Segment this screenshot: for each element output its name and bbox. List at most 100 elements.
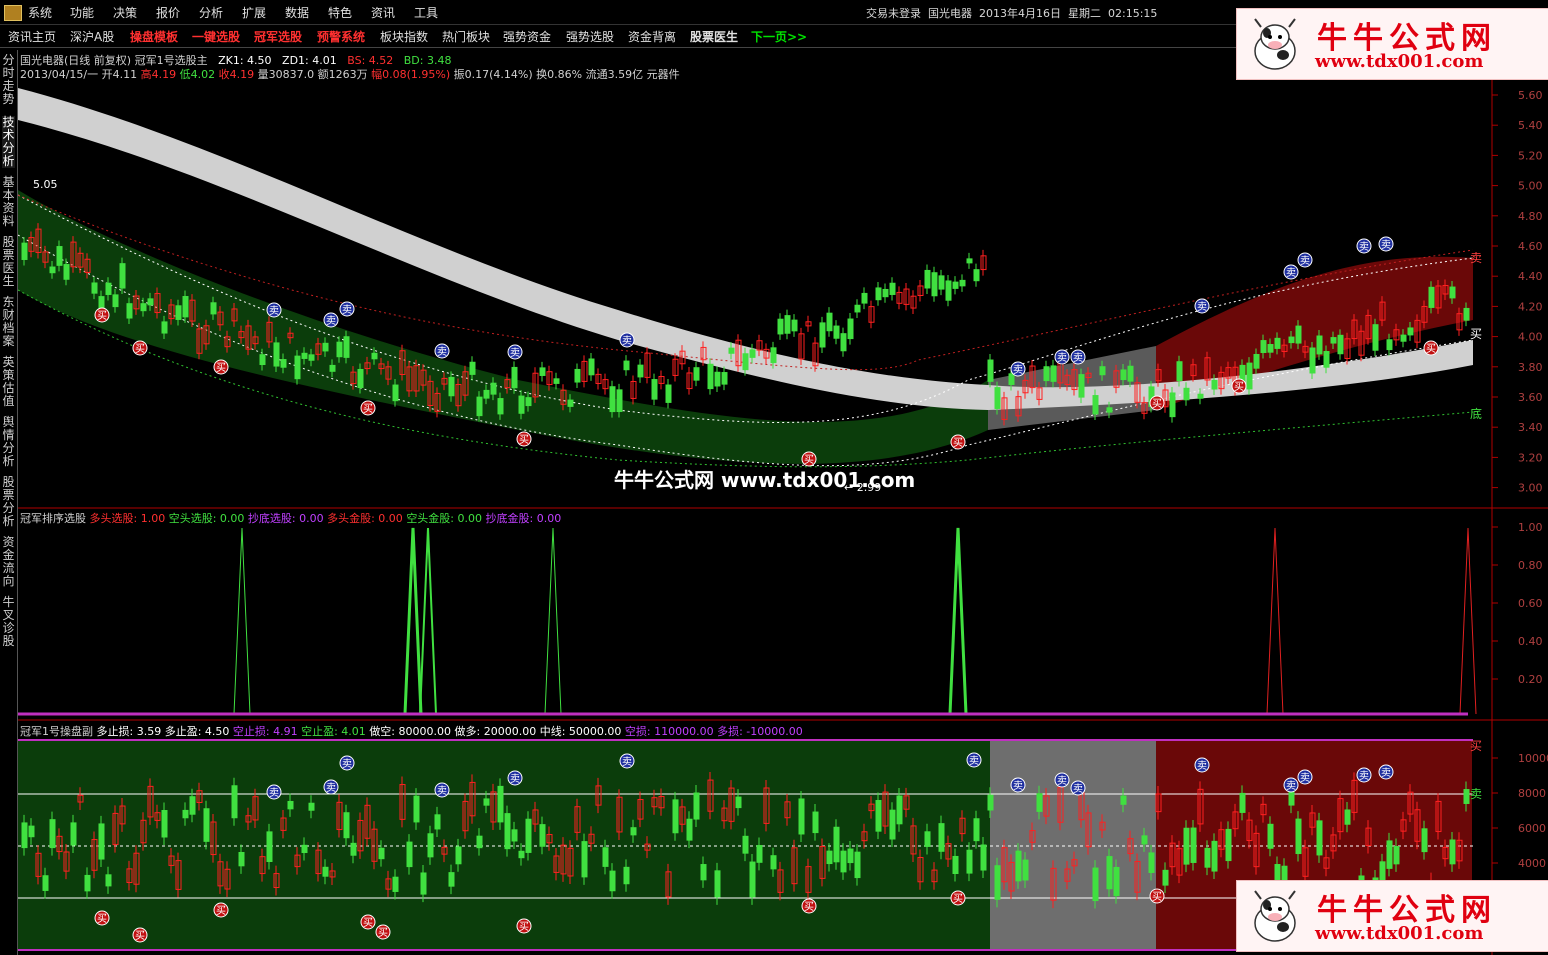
signal-label: 卖 — [437, 346, 447, 358]
candle-body — [539, 367, 546, 376]
side-tabs: 分时走势 技术分析 基本资料 股票医生 东财档案 英策估值 舆情分析 股票分析 … — [0, 50, 18, 955]
tab-one-click-pick[interactable]: 一键选股 — [192, 28, 240, 45]
menu-feature[interactable]: 特色 — [328, 4, 352, 21]
sub-item-long-stop: 多止损: 3.59 — [96, 725, 162, 738]
next-page-button[interactable]: 下一页>> — [751, 28, 807, 45]
tab-hot-sectors[interactable]: 热门板块 — [442, 28, 490, 45]
sub-candle-body — [1190, 827, 1197, 863]
tab-strong-funds[interactable]: 强势资金 — [503, 28, 551, 45]
sub-candle-body — [322, 866, 329, 877]
menu-data[interactable]: 数据 — [285, 4, 309, 21]
candle-body — [945, 280, 952, 301]
sidetab-diagnosis[interactable]: 牛叉诊股 — [2, 596, 15, 648]
signal-label: 卖 — [1359, 241, 1369, 253]
sub-item-long-loss: 多损: -10000.00 — [717, 725, 803, 738]
signal-label: 买 — [804, 901, 814, 913]
candle-body — [112, 294, 119, 308]
sub-candle-body — [693, 792, 700, 820]
rank-spike — [1459, 527, 1477, 715]
tab-strong-pick[interactable]: 强势选股 — [566, 28, 614, 45]
signal-label: 买 — [97, 913, 107, 925]
menu-extend[interactable]: 扩展 — [242, 4, 266, 21]
sub-item-short-stop: 空止损: 4.91 — [232, 725, 298, 738]
signal-label: 卖 — [1300, 255, 1310, 267]
menu-function[interactable]: 功能 — [70, 4, 94, 21]
menu-system[interactable]: 系统 — [28, 4, 52, 21]
rank-spike — [948, 527, 968, 715]
sidetab-fund-flow[interactable]: 资金流向 — [2, 536, 15, 588]
main-y-tick-label: 3.40 — [1518, 421, 1543, 434]
main-right-sell-label: 卖 — [1470, 251, 1482, 265]
watermark-top: 牛牛公式网 www.tdx001.com — [1236, 8, 1548, 80]
menu-news[interactable]: 资讯 — [371, 4, 395, 21]
sub-candle-body — [238, 851, 245, 867]
sidetab-technical[interactable]: 技术分析 — [2, 116, 15, 168]
sub-candle-body — [770, 855, 777, 870]
tab-stock-doctor[interactable]: 股票医生 — [690, 28, 738, 45]
current-stock: 国光电器 — [928, 7, 972, 20]
ohlc-amplitude: 振0.17(4.14%) — [453, 68, 533, 81]
sidetab-archive[interactable]: 东财档案 — [2, 296, 15, 348]
candle-body — [308, 354, 315, 361]
login-status: 交易未登录 — [866, 7, 921, 20]
sub-candle-body — [1295, 818, 1302, 855]
sidetab-sentiment[interactable]: 舆情分析 — [2, 416, 15, 468]
menu-analysis[interactable]: 分析 — [199, 4, 223, 21]
sub-candle-body — [714, 870, 721, 898]
sidetab-valuation[interactable]: 英策估值 — [2, 356, 15, 408]
signal-label: 卖 — [1197, 760, 1207, 772]
app-logo-icon[interactable] — [4, 5, 22, 21]
sub-candle-body — [938, 823, 945, 852]
candle-body — [490, 382, 497, 395]
sub-candle-body — [1113, 866, 1120, 897]
candle-body — [833, 325, 840, 339]
signal-label: 卖 — [622, 335, 632, 347]
sub-candle-body — [994, 865, 1001, 900]
menu-quote[interactable]: 报价 — [156, 4, 180, 21]
sub-candle-body — [581, 841, 588, 878]
sub-candle-body — [1022, 859, 1029, 881]
candle-body — [1169, 392, 1176, 418]
candle-body — [840, 333, 847, 352]
candle-body — [448, 376, 455, 397]
signal-label: 卖 — [969, 755, 979, 767]
sub-candle-body — [1344, 809, 1351, 825]
signal-label: 卖 — [510, 347, 520, 359]
rank-item-short-gold: 空头金股: 0.00 — [406, 512, 483, 525]
main-y-tick-label: 3.80 — [1518, 361, 1543, 374]
candle-body — [1260, 340, 1267, 354]
menu-decision[interactable]: 决策 — [113, 4, 137, 21]
tab-fund-divergence[interactable]: 资金背离 — [628, 28, 676, 45]
sub-candle-body — [308, 802, 315, 811]
rank-spike — [233, 527, 251, 715]
tab-news-home[interactable]: 资讯主页 — [8, 28, 56, 45]
candle-body — [56, 246, 63, 266]
candle-body — [819, 322, 826, 348]
sub-candle-body — [49, 819, 56, 849]
signal-label: 卖 — [510, 773, 520, 785]
cow-logo-icon — [1254, 18, 1296, 70]
sidetab-doctor[interactable]: 股票医生 — [2, 236, 15, 288]
sidetab-intraday[interactable]: 分时走势 — [2, 54, 15, 106]
chart-area[interactable]: 买买买买买买买买买买卖卖卖卖 卖卖卖卖 卖卖卖卖卖卖 5.605.405.205.0… — [18, 50, 1548, 955]
main-y-tick-label: 3.00 — [1518, 482, 1543, 495]
tab-a-shares[interactable]: 深沪A股 — [70, 28, 114, 45]
candle-body — [637, 364, 644, 378]
rank-y-tick-label: 0.20 — [1518, 673, 1543, 686]
tab-alert-system[interactable]: 预警系统 — [317, 28, 365, 45]
sub-candle-body — [392, 876, 399, 892]
tab-trading-template[interactable]: 操盘模板 — [130, 28, 178, 45]
sub-candle-body — [350, 842, 357, 856]
tab-champion-pick[interactable]: 冠军选股 — [254, 28, 302, 45]
sidetab-stock-analysis[interactable]: 股票分析 — [2, 476, 15, 528]
tab-sector-index[interactable]: 板块指数 — [380, 28, 428, 45]
rank-spike-lines — [233, 527, 1477, 715]
sidetab-profile[interactable]: 基本资料 — [2, 176, 15, 228]
sub-candle-body — [539, 824, 546, 847]
candle-body — [518, 395, 525, 414]
sub-item-do-long: 做多: 20000.00 — [454, 725, 537, 738]
rank-y-tick-label: 1.00 — [1518, 521, 1543, 534]
signal-label: 买 — [216, 362, 226, 374]
candle-body — [791, 319, 798, 332]
menu-tools[interactable]: 工具 — [414, 4, 438, 21]
